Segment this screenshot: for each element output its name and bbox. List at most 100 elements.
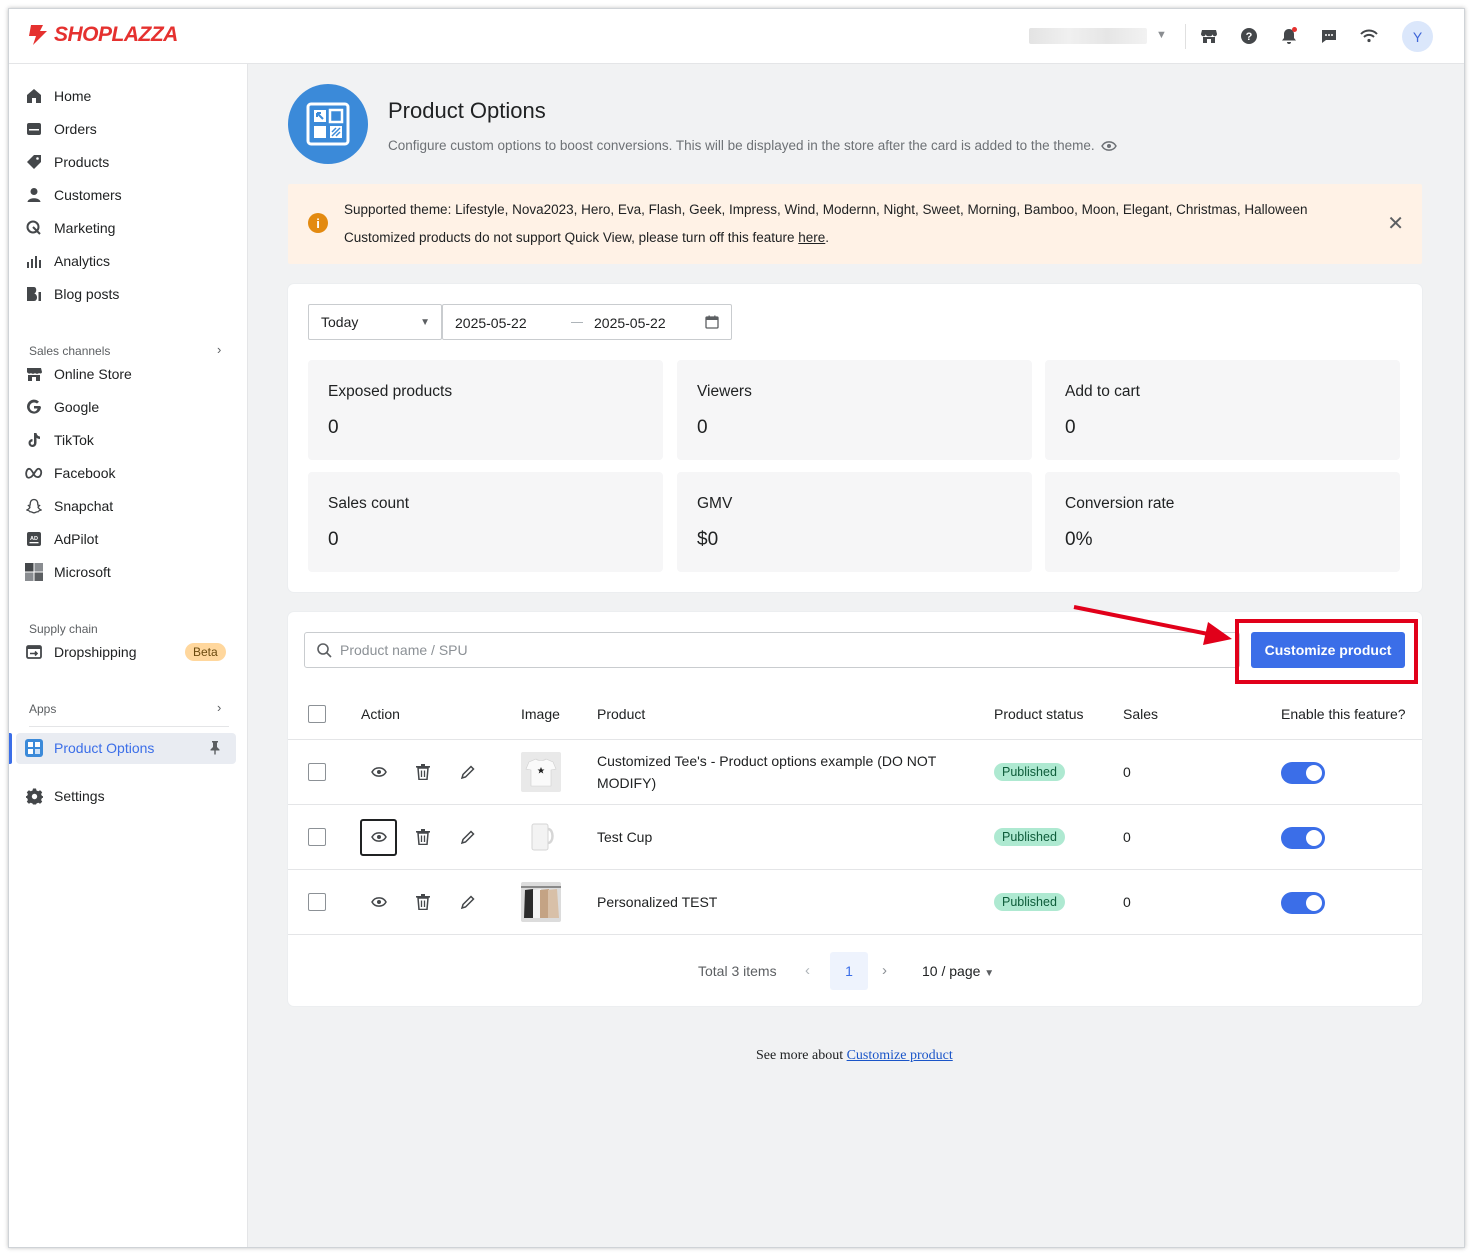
chat-icon[interactable] bbox=[1319, 26, 1339, 46]
customize-product-link[interactable]: Customize product bbox=[847, 1048, 953, 1063]
row-checkbox[interactable] bbox=[308, 893, 326, 911]
customize-product-button[interactable]: Customize product bbox=[1251, 632, 1405, 668]
start-date[interactable]: 2025-05-22 bbox=[455, 315, 527, 331]
search-input[interactable] bbox=[340, 642, 1140, 658]
notice-text: Customized products do not support Quick… bbox=[344, 230, 799, 245]
store-selector[interactable] bbox=[1029, 28, 1147, 44]
sidebar-item-facebook[interactable]: Facebook bbox=[25, 461, 115, 485]
table-row: Customized Tee's - Product options examp… bbox=[288, 740, 1422, 805]
marketing-icon bbox=[25, 219, 43, 237]
sidebar-item-google[interactable]: Google bbox=[25, 395, 99, 419]
select-all-checkbox[interactable] bbox=[308, 705, 326, 723]
trash-icon[interactable] bbox=[413, 762, 433, 782]
chevron-right-icon[interactable]: › bbox=[882, 962, 887, 979]
sidebar-item-marketing[interactable]: Marketing bbox=[25, 216, 115, 240]
page-1-button[interactable]: 1 bbox=[830, 952, 868, 990]
avatar[interactable]: Y bbox=[1402, 21, 1433, 52]
sidebar-item-microsoft[interactable]: Microsoft bbox=[25, 560, 111, 584]
sidebar-item-adpilot[interactable]: AD AdPilot bbox=[25, 527, 98, 551]
sidebar-item-product-options[interactable]: Product Options bbox=[25, 736, 154, 760]
sidebar-item-label: Product Options bbox=[54, 740, 155, 756]
edit-icon[interactable] bbox=[457, 892, 477, 912]
enable-feature-toggle[interactable] bbox=[1281, 762, 1325, 784]
sidebar-item-label: Google bbox=[54, 399, 100, 415]
app-window: SHOPLAZZA ▼ ? Y Home Orders Products Cus… bbox=[8, 8, 1465, 1248]
row-checkbox[interactable] bbox=[308, 763, 326, 781]
sidebar-item-home[interactable]: Home bbox=[25, 84, 91, 108]
active-indicator bbox=[9, 733, 12, 764]
sidebar-item-analytics[interactable]: Analytics bbox=[25, 249, 110, 273]
wifi-icon[interactable] bbox=[1359, 26, 1379, 46]
sidebar-item-tiktok[interactable]: TikTok bbox=[25, 428, 94, 452]
meta-icon bbox=[25, 464, 43, 482]
beta-badge: Beta bbox=[185, 643, 226, 661]
edit-icon[interactable] bbox=[457, 827, 477, 847]
stat-label: GMV bbox=[697, 495, 733, 512]
enable-feature-toggle[interactable] bbox=[1281, 827, 1325, 849]
page-size-select[interactable]: 10 / page ▼ bbox=[922, 963, 994, 979]
sidebar-item-settings[interactable]: Settings bbox=[25, 784, 105, 808]
blog-icon bbox=[25, 285, 43, 303]
help-icon[interactable]: ? bbox=[1239, 26, 1259, 46]
bell-icon[interactable] bbox=[1279, 26, 1299, 46]
chevron-right-icon[interactable]: › bbox=[217, 700, 221, 715]
product-name[interactable]: Test Cup bbox=[597, 826, 957, 848]
sidebar-item-dropshipping[interactable]: Dropshipping bbox=[25, 640, 137, 664]
footer-text: See more about bbox=[756, 1048, 847, 1063]
sidebar-item-products[interactable]: Products bbox=[25, 150, 109, 174]
status-badge: Published bbox=[994, 828, 1065, 846]
sidebar-item-online-store[interactable]: Online Store bbox=[25, 362, 132, 386]
store-icon[interactable] bbox=[1199, 26, 1219, 46]
here-link[interactable]: here bbox=[798, 230, 825, 245]
stat-value: 0 bbox=[328, 417, 339, 438]
close-icon[interactable]: ✕ bbox=[1387, 211, 1404, 236]
sidebar-item-customers[interactable]: Customers bbox=[25, 183, 122, 207]
sidebar-item-label: Snapchat bbox=[54, 498, 114, 514]
edit-icon[interactable] bbox=[457, 762, 477, 782]
period-select[interactable]: Today ▼ bbox=[308, 304, 442, 340]
stat-exposed-products: Exposed products 0 bbox=[308, 360, 663, 460]
sidebar-item-blog-posts[interactable]: Blog posts bbox=[25, 282, 119, 306]
product-thumbnail bbox=[521, 752, 561, 792]
trash-icon[interactable] bbox=[413, 892, 433, 912]
snapchat-icon bbox=[25, 497, 43, 515]
eye-icon[interactable] bbox=[1100, 140, 1117, 152]
end-date[interactable]: 2025-05-22 bbox=[594, 315, 666, 331]
enable-feature-toggle[interactable] bbox=[1281, 892, 1325, 914]
eye-icon[interactable] bbox=[369, 762, 389, 782]
status-badge: Published bbox=[994, 893, 1065, 911]
page-size-value: 10 / page bbox=[922, 963, 981, 979]
caret-down-icon: ▼ bbox=[420, 317, 430, 328]
supply-chain-title: Supply chain bbox=[29, 622, 98, 636]
trash-icon[interactable] bbox=[413, 827, 433, 847]
eye-icon[interactable] bbox=[369, 827, 389, 847]
sales-value: 0 bbox=[1123, 894, 1131, 910]
sidebar-item-orders[interactable]: Orders bbox=[25, 117, 97, 141]
total-items: Total 3 items bbox=[698, 963, 777, 979]
chevron-left-icon[interactable]: ‹ bbox=[805, 962, 810, 979]
sidebar-item-label: Blog posts bbox=[54, 286, 120, 302]
sidebar: Home Orders Products Customers Marketing… bbox=[9, 64, 248, 1247]
calendar-icon[interactable] bbox=[705, 315, 719, 329]
product-name[interactable]: Personalized TEST bbox=[597, 891, 957, 913]
date-range-picker[interactable]: 2025-05-22 2025-05-22 bbox=[442, 304, 732, 340]
chevron-right-icon[interactable]: › bbox=[217, 342, 221, 357]
store-icon bbox=[25, 365, 43, 383]
stat-label: Exposed products bbox=[328, 383, 453, 400]
eye-icon[interactable] bbox=[369, 892, 389, 912]
shoplazza-logo[interactable]: SHOPLAZZA bbox=[27, 23, 178, 47]
row-checkbox[interactable] bbox=[308, 828, 326, 846]
chevron-down-icon[interactable]: ▼ bbox=[1156, 29, 1167, 41]
pin-icon[interactable] bbox=[209, 740, 221, 758]
caret-down-icon: ▼ bbox=[984, 968, 995, 979]
google-icon bbox=[25, 398, 43, 416]
product-name[interactable]: Customized Tee's - Product options examp… bbox=[597, 750, 957, 794]
svg-text:AD: AD bbox=[30, 536, 38, 542]
stat-value: $0 bbox=[697, 529, 719, 550]
warning-icon: i bbox=[308, 213, 328, 233]
stat-value: 0 bbox=[697, 417, 708, 438]
sales-value: 0 bbox=[1123, 829, 1131, 845]
sidebar-item-snapchat[interactable]: Snapchat bbox=[25, 494, 113, 518]
product-thumbnail bbox=[521, 882, 561, 922]
svg-text:?: ? bbox=[1246, 31, 1253, 43]
